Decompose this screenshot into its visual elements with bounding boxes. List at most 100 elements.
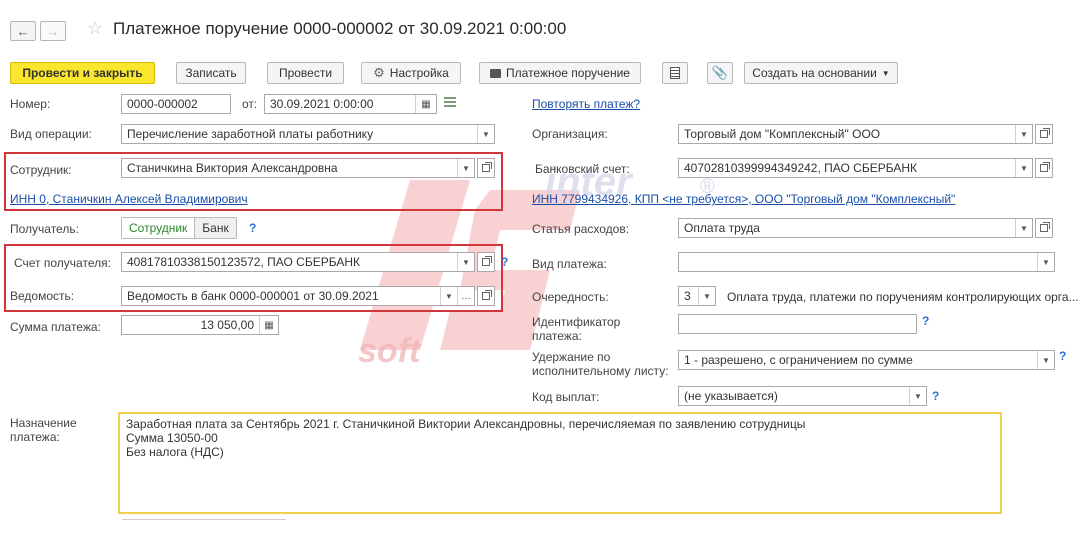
structure-button[interactable] bbox=[662, 62, 688, 84]
withholding-select[interactable]: 1 - разрешено, с ограничением по сумме ▼ bbox=[678, 350, 1055, 370]
gear-icon: ⚙ bbox=[373, 65, 385, 80]
organization-value: Торговый дом "Комплексный" ООО bbox=[684, 127, 881, 141]
amount-field[interactable]: 13 050,00 ▦ bbox=[121, 315, 279, 335]
employee-label: Сотрудник: bbox=[10, 163, 72, 177]
amount-value: 13 050,00 bbox=[200, 318, 254, 332]
purpose-label-line2: платежа: bbox=[10, 430, 60, 444]
expense-item-value: Оплата труда bbox=[684, 221, 760, 235]
recipient-account-label: Счет получателя: bbox=[14, 256, 111, 270]
employee-value: Станичкина Виктория Александровна bbox=[127, 161, 338, 175]
chevron-down-icon[interactable]: ▼ bbox=[1037, 253, 1054, 271]
print-payment-order-label: Платежное поручение bbox=[506, 66, 630, 80]
purpose-textarea[interactable]: Заработная плата за Сентябрь 2021 г. Ста… bbox=[118, 412, 1002, 514]
operation-type-select[interactable]: Перечисление заработной платы работнику … bbox=[121, 124, 495, 144]
post-and-close-button[interactable]: Провести и закрыть bbox=[10, 62, 155, 84]
inn-organization-link[interactable]: ИНН 7799434926, КПП <не требуется>, ООО … bbox=[532, 192, 955, 206]
watermark-soft: soft bbox=[358, 332, 421, 370]
forward-button[interactable]: → bbox=[40, 21, 66, 41]
bank-account-open-button[interactable] bbox=[1035, 158, 1053, 178]
payment-id-label-line2: платежа: bbox=[532, 329, 582, 343]
withholding-label-line2: исполнительному листу: bbox=[532, 364, 669, 378]
open-window-icon bbox=[1040, 128, 1050, 138]
list-settings-icon[interactable] bbox=[444, 97, 456, 109]
payment-id-label-line1: Идентификатор bbox=[532, 315, 621, 329]
save-button[interactable]: Записать bbox=[176, 62, 246, 84]
number-value: 0000-000002 bbox=[127, 97, 198, 111]
date-label: от: bbox=[242, 97, 258, 111]
expense-item-select[interactable]: Оплата труда ▼ bbox=[678, 218, 1033, 238]
employee-select[interactable]: Станичкина Виктория Александровна ▼ bbox=[121, 158, 475, 178]
arrow-left-icon: ← bbox=[16, 23, 30, 39]
chevron-down-icon[interactable]: ▼ bbox=[1015, 219, 1032, 237]
bank-account-value: 40702810399994349242, ПАО СБЕРБАНК bbox=[684, 161, 917, 175]
payment-id-help-icon[interactable]: ? bbox=[922, 314, 929, 328]
payout-code-value: (не указывается) bbox=[684, 389, 778, 403]
employee-open-button[interactable] bbox=[477, 158, 495, 178]
favorite-star-icon[interactable]: ☆ bbox=[87, 18, 103, 39]
priority-select[interactable]: 3 ▼ bbox=[678, 286, 716, 306]
arrow-right-icon: → bbox=[46, 23, 60, 39]
date-value: 30.09.2021 0:00:00 bbox=[270, 97, 374, 111]
organization-open-button[interactable] bbox=[1035, 124, 1053, 144]
create-based-on-label: Создать на основании bbox=[752, 66, 877, 80]
open-window-icon bbox=[482, 290, 492, 300]
organization-label: Организация: bbox=[532, 127, 608, 141]
settings-button[interactable]: ⚙ Настройка bbox=[361, 62, 461, 84]
purpose-label-line1: Назначение bbox=[10, 416, 77, 430]
chevron-down-icon[interactable]: ▼ bbox=[477, 125, 494, 143]
recipient-account-open-button[interactable] bbox=[477, 252, 495, 272]
attach-file-button[interactable]: 📎 bbox=[707, 62, 733, 84]
withholding-label-line1: Удержание по bbox=[532, 350, 611, 364]
withholding-value: 1 - разрешено, с ограничением по сумме bbox=[684, 353, 913, 367]
statement-select[interactable]: Ведомость в банк 0000-000001 от 30.09.20… bbox=[121, 286, 475, 306]
payment-type-select[interactable]: ▼ bbox=[678, 252, 1055, 272]
chevron-down-icon: ▼ bbox=[881, 68, 890, 78]
recipient-account-select[interactable]: 40817810338150123572, ПАО СБЕРБАНК ▼ bbox=[121, 252, 475, 272]
payment-id-field[interactable] bbox=[678, 314, 917, 334]
page-title: Платежное поручение 0000-000002 от 30.09… bbox=[113, 19, 567, 38]
chevron-down-icon[interactable]: ▼ bbox=[1015, 159, 1032, 177]
chevron-down-icon[interactable]: ▼ bbox=[440, 287, 457, 305]
settings-label: Настройка bbox=[389, 66, 449, 80]
bank-account-label: Банковский счет: bbox=[535, 162, 630, 176]
inn-employee-link[interactable]: ИНН 0, Станичкин Алексей Владимирович bbox=[10, 192, 248, 206]
recipient-option-employee[interactable]: Сотрудник bbox=[122, 218, 195, 238]
organization-select[interactable]: Торговый дом "Комплексный" ООО ▼ bbox=[678, 124, 1033, 144]
create-based-on-button[interactable]: Создать на основании ▼ bbox=[744, 62, 898, 84]
more-options-icon[interactable]: … bbox=[457, 287, 474, 305]
chevron-down-icon[interactable]: ▼ bbox=[457, 253, 474, 271]
priority-label: Очередность: bbox=[532, 290, 609, 304]
post-button[interactable]: Провести bbox=[267, 62, 344, 84]
expense-item-open-button[interactable] bbox=[1035, 218, 1053, 238]
chevron-down-icon[interactable]: ▼ bbox=[1037, 351, 1054, 369]
calculator-icon[interactable]: ▦ bbox=[259, 316, 278, 334]
recipient-option-bank[interactable]: Банк bbox=[194, 218, 236, 238]
amount-label: Сумма платежа: bbox=[10, 320, 101, 334]
repeat-payment-link[interactable]: Повторять платеж? bbox=[532, 97, 640, 111]
withholding-help-icon[interactable]: ? bbox=[1059, 349, 1066, 363]
chevron-down-icon[interactable]: ▼ bbox=[909, 387, 926, 405]
open-window-icon bbox=[1040, 222, 1050, 232]
recipient-label: Получатель: bbox=[10, 222, 79, 236]
chevron-down-icon[interactable]: ▼ bbox=[1015, 125, 1032, 143]
priority-description: Оплата труда, платежи по поручениям конт… bbox=[727, 290, 1079, 304]
number-field[interactable]: 0000-000002 bbox=[121, 94, 231, 114]
priority-value: 3 bbox=[684, 289, 691, 303]
chevron-down-icon[interactable]: ▼ bbox=[698, 287, 715, 305]
date-field[interactable]: 30.09.2021 0:00:00 ▦ bbox=[264, 94, 437, 114]
operation-type-value: Перечисление заработной платы работнику bbox=[127, 127, 374, 141]
bottom-divider bbox=[122, 519, 286, 520]
payout-code-select[interactable]: (не указывается) ▼ bbox=[678, 386, 927, 406]
chevron-down-icon[interactable]: ▼ bbox=[457, 159, 474, 177]
recipient-account-help-icon[interactable]: ? bbox=[501, 255, 508, 269]
calendar-icon[interactable]: ▦ bbox=[415, 95, 436, 113]
print-payment-order-button[interactable]: Платежное поручение bbox=[479, 62, 641, 84]
recipient-help-icon[interactable]: ? bbox=[249, 221, 256, 235]
statement-value: Ведомость в банк 0000-000001 от 30.09.20… bbox=[127, 289, 379, 303]
back-button[interactable]: ← bbox=[10, 21, 36, 41]
statement-open-button[interactable] bbox=[477, 286, 495, 306]
recipient-toggle[interactable]: Сотрудник Банк bbox=[121, 217, 237, 239]
payout-code-help-icon[interactable]: ? bbox=[932, 389, 939, 403]
operation-type-label: Вид операции: bbox=[10, 127, 92, 141]
bank-account-select[interactable]: 40702810399994349242, ПАО СБЕРБАНК ▼ bbox=[678, 158, 1033, 178]
